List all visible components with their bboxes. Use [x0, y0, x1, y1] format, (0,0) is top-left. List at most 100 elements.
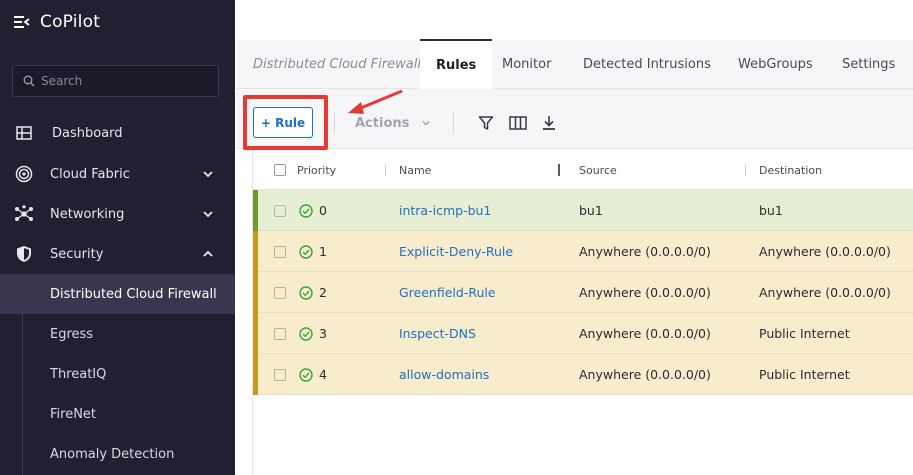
column-divider[interactable]	[745, 164, 746, 176]
rule-name-link[interactable]: allow-domains	[399, 354, 489, 395]
row-checkbox[interactable]	[274, 354, 286, 395]
sidebar-item-security[interactable]: Security	[0, 234, 235, 274]
download-icon[interactable]	[539, 113, 559, 133]
destination-cell: Anywhere (0.0.0.0/0)	[759, 285, 891, 300]
filter-icon[interactable]	[476, 113, 496, 133]
tab-detected-intrusions[interactable]: Detected Intrusions	[583, 40, 711, 89]
sidebar-item-firenet[interactable]: FireNet	[0, 394, 235, 434]
sidebar-subitem-label: Anomaly Detection	[50, 446, 175, 462]
actions-label: Actions	[355, 115, 410, 131]
priority-value: 4	[319, 367, 327, 382]
main-content: Distributed Cloud Firewall Rules Monitor…	[236, 0, 913, 475]
sidebar-item-networking[interactable]: Networking	[0, 194, 235, 234]
rule-name-link[interactable]: Explicit-Deny-Rule	[399, 231, 513, 272]
sidebar-item-label: Dashboard	[52, 125, 123, 141]
tab-settings[interactable]: Settings	[842, 40, 895, 89]
sidebar-item-label: Cloud Fabric	[50, 166, 130, 182]
rules-table: Priority Name Source Destination 0 intra-…	[252, 150, 913, 475]
select-all-checkbox[interactable]	[274, 150, 286, 190]
check-circle-icon	[299, 367, 313, 382]
columns-icon[interactable]	[508, 113, 528, 133]
priority-value: 0	[319, 203, 327, 218]
source-cell: Anywhere (0.0.0.0/0)	[579, 326, 711, 341]
toolbar: + Rule Actions	[236, 89, 913, 150]
sidebar-item-label: Networking	[50, 206, 125, 222]
toolbar-divider	[334, 113, 335, 133]
tab-webgroups[interactable]: WebGroups	[738, 40, 813, 89]
brand: CoPilot	[14, 9, 100, 35]
priority-cell: 0	[299, 190, 327, 231]
tab-bar: Distributed Cloud Firewall Rules Monitor…	[236, 39, 913, 89]
destination-cell: Anywhere (0.0.0.0/0)	[759, 244, 891, 259]
sidebar-item-cloud-fabric[interactable]: Cloud Fabric	[0, 154, 235, 194]
sidebar-subitem-label: Egress	[50, 326, 94, 342]
row-checkbox[interactable]	[274, 231, 286, 272]
check-circle-icon	[299, 326, 313, 341]
source-cell: Anywhere (0.0.0.0/0)	[579, 367, 711, 382]
rule-name-link[interactable]: intra-icmp-bu1	[399, 190, 491, 231]
dashboard-icon	[14, 123, 34, 143]
destination-cell: Public Internet	[759, 367, 850, 382]
search-input[interactable]	[41, 74, 211, 88]
sidebar-item-threatiq[interactable]: ThreatIQ	[0, 354, 235, 394]
source-cell: Anywhere (0.0.0.0/0)	[579, 244, 711, 259]
priority-cell: 2	[299, 272, 327, 313]
table-row[interactable]: 4 allow-domains Anywhere (0.0.0.0/0) Public…	[253, 354, 913, 395]
chevron-down-icon	[203, 211, 213, 218]
actions-dropdown[interactable]: Actions	[355, 111, 431, 135]
destination-cell: bu1	[759, 203, 783, 218]
search-icon	[23, 75, 35, 87]
source-cell: bu1	[579, 203, 603, 218]
sidebar-item-dashboard[interactable]: Dashboard	[0, 113, 235, 153]
table-header: Priority Name Source Destination	[253, 150, 913, 190]
sidebar-subitem-label: Distributed Cloud Firewall	[50, 286, 217, 302]
table-row[interactable]: 1 Explicit-Deny-Rule Anywhere (0.0.0.0/0) A…	[253, 231, 913, 272]
shield-icon	[14, 244, 34, 264]
rule-name-link[interactable]: Inspect-DNS	[399, 313, 476, 354]
toolbar-divider	[453, 113, 454, 133]
priority-cell: 4	[299, 354, 327, 395]
sidebar-item-egress[interactable]: Egress	[0, 314, 235, 354]
collapse-menu-icon[interactable]	[14, 15, 30, 29]
row-checkbox[interactable]	[274, 272, 286, 313]
row-status-bar	[253, 313, 258, 354]
priority-value: 3	[319, 326, 327, 341]
column-header-name[interactable]: Name	[399, 150, 431, 190]
row-checkbox[interactable]	[274, 313, 286, 354]
chevron-down-icon	[422, 121, 430, 126]
app-title: CoPilot	[40, 12, 101, 32]
table-row[interactable]: 3 Inspect-DNS Anywhere (0.0.0.0/0) Public I…	[253, 313, 913, 354]
destination-cell: Public Internet	[759, 326, 850, 341]
column-header-source[interactable]: Source	[579, 150, 617, 190]
row-status-bar	[253, 190, 258, 231]
sidebar-item-anomaly-detection[interactable]: Anomaly Detection	[0, 434, 235, 474]
source-cell: Anywhere (0.0.0.0/0)	[579, 285, 711, 300]
rule-name-link[interactable]: Greenfield-Rule	[399, 272, 496, 313]
column-header-destination[interactable]: Destination	[759, 150, 822, 190]
table-row[interactable]: 0 intra-icmp-bu1 bu1 bu1	[253, 190, 913, 231]
networking-icon	[14, 204, 34, 224]
chevron-down-icon	[203, 171, 213, 178]
cloud-fabric-icon	[14, 164, 34, 184]
search-box	[12, 65, 219, 97]
table-row[interactable]: 2 Greenfield-Rule Anywhere (0.0.0.0/0) Anyw…	[253, 272, 913, 313]
sidebar-item-distributed-cloud-firewall[interactable]: Distributed Cloud Firewall	[0, 274, 235, 314]
add-rule-button[interactable]: + Rule	[253, 107, 313, 138]
check-circle-icon	[299, 244, 313, 259]
breadcrumb[interactable]: Distributed Cloud Firewall	[253, 40, 421, 89]
tab-monitor[interactable]: Monitor	[502, 40, 551, 89]
sidebar: CoPilot Dashboard Cloud Fabric Networkin…	[0, 0, 235, 475]
row-status-bar	[253, 231, 258, 272]
tab-rules[interactable]: Rules	[420, 39, 493, 89]
row-checkbox[interactable]	[274, 190, 286, 231]
row-status-bar	[253, 354, 258, 395]
priority-cell: 3	[299, 313, 327, 354]
column-resize-handle[interactable]	[558, 164, 560, 176]
chevron-up-icon	[203, 250, 213, 257]
check-circle-icon	[299, 285, 313, 300]
column-header-priority[interactable]: Priority	[297, 150, 336, 190]
priority-value: 2	[319, 285, 327, 300]
column-divider[interactable]	[385, 164, 386, 176]
priority-cell: 1	[299, 231, 327, 272]
row-status-bar	[253, 272, 258, 313]
